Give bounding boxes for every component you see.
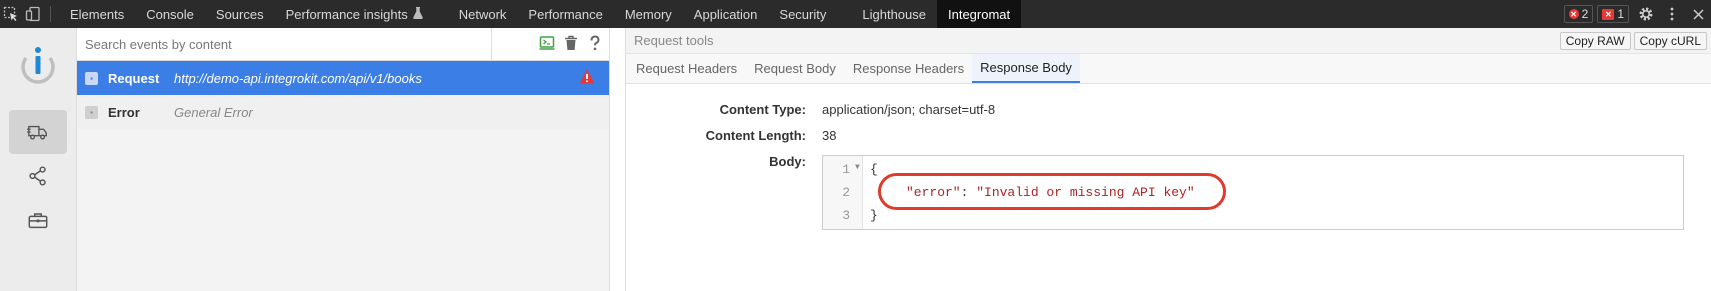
line-number-gutter: 1 ▼ 2 3: [823, 156, 863, 229]
app-sidebar: [0, 28, 77, 291]
error-count-badge[interactable]: ✕ 2: [1563, 5, 1594, 23]
event-description: General Error: [174, 104, 253, 120]
tab-response-body[interactable]: Response Body: [972, 54, 1080, 83]
event-type: Request: [108, 70, 160, 86]
response-body-editor[interactable]: 1 ▼ 2 3 { "error": "Invalid or missing A…: [822, 155, 1684, 230]
body-label: Body:: [769, 154, 806, 169]
event-url: http://demo-api.integrokit.com/api/v1/bo…: [174, 70, 422, 86]
request-tabs: Request Headers Request Body Response He…: [626, 54, 1711, 84]
issue-icon: ✕: [1602, 8, 1615, 20]
tab-response-headers[interactable]: Response Headers: [845, 54, 972, 83]
sidebar-item-tools[interactable]: [9, 198, 67, 242]
content-type-label: Content Type:: [719, 102, 806, 117]
code-line-3: }: [870, 208, 878, 223]
tab-performance[interactable]: Performance: [517, 0, 613, 28]
fold-arrow-icon[interactable]: ▼: [855, 163, 860, 172]
event-type: Error: [108, 104, 140, 120]
delivery-truck-icon: [27, 125, 47, 140]
line-number: 3: [842, 208, 850, 223]
sidebar-item-share[interactable]: [9, 154, 67, 198]
copy-raw-button[interactable]: Copy RAW: [1559, 31, 1631, 50]
line-number: 1: [842, 162, 850, 177]
event-row-request[interactable]: ▪ Request http://demo-api.integrokit.com…: [77, 61, 609, 95]
tab-performance-insights-label: Performance insights: [285, 6, 408, 22]
toolbox-icon: [28, 213, 48, 229]
tab-console[interactable]: Console: [135, 0, 205, 28]
tab-sources[interactable]: Sources: [205, 0, 275, 28]
help-icon[interactable]: [587, 34, 603, 54]
tab-application[interactable]: Application: [683, 0, 769, 28]
tab-lighthouse[interactable]: Lighthouse: [851, 0, 937, 28]
flask-icon: [412, 6, 423, 22]
error-highlight-annotation: [878, 173, 1226, 210]
error-event-icon: ▪: [85, 105, 98, 119]
events-search-input[interactable]: [77, 28, 491, 60]
issues-badge[interactable]: ✕ 1: [1597, 5, 1629, 23]
events-toolbar: [491, 27, 609, 61]
tab-integromat[interactable]: Integromat: [937, 0, 1022, 28]
tab-request-headers[interactable]: Request Headers: [628, 54, 745, 83]
devtools-status-area: ✕ 2 ✕ 1: [1563, 0, 1711, 28]
tab-performance-insights[interactable]: Performance insights: [275, 0, 434, 28]
devtools-toolbar: Elements Console Sources Performance ins…: [0, 0, 1711, 28]
request-tools-header: Request tools Copy RAW Copy cURL: [626, 28, 1711, 54]
copy-curl-button[interactable]: Copy cURL: [1633, 31, 1707, 50]
toolbar-divider: [50, 6, 51, 22]
device-toolbar-icon[interactable]: [22, 0, 44, 28]
request-tools-panel: Request tools Copy RAW Copy cURL Request…: [625, 28, 1711, 291]
error-icon: ✕: [1568, 9, 1579, 19]
console-icon[interactable]: [539, 35, 555, 54]
events-search-row: [77, 27, 609, 61]
inspect-element-icon[interactable]: [0, 0, 22, 28]
tab-request-body[interactable]: Request Body: [746, 54, 844, 83]
request-tools-title: Request tools: [634, 33, 714, 48]
content-length-value: 38: [822, 128, 837, 143]
trash-icon[interactable]: [563, 35, 579, 54]
issue-count: 1: [1617, 7, 1624, 21]
request-icon: ▪: [85, 71, 98, 85]
close-icon[interactable]: [1685, 0, 1711, 28]
tab-network[interactable]: Network: [448, 0, 518, 28]
more-options-icon[interactable]: [1659, 0, 1685, 28]
line-number: 2: [842, 185, 850, 200]
tab-memory[interactable]: Memory: [614, 0, 683, 28]
content-length-label: Content Length:: [705, 128, 806, 143]
integromat-logo-icon: [18, 44, 58, 84]
error-count: 2: [1581, 7, 1589, 21]
events-panel: ▪ Request http://demo-api.integrokit.com…: [77, 27, 610, 291]
content-type-value: application/json; charset=utf-8: [822, 102, 996, 117]
tab-security[interactable]: Security: [768, 0, 837, 28]
code-line-1: {: [870, 162, 878, 177]
share-icon: [29, 166, 46, 186]
event-row-error[interactable]: ▪ Error General Error: [77, 95, 609, 129]
copy-buttons: Copy RAW Copy cURL: [1559, 31, 1707, 50]
warning-icon: [579, 69, 595, 87]
tab-elements[interactable]: Elements: [59, 0, 135, 28]
gear-icon[interactable]: [1633, 0, 1659, 28]
sidebar-item-delivery[interactable]: [9, 110, 67, 154]
